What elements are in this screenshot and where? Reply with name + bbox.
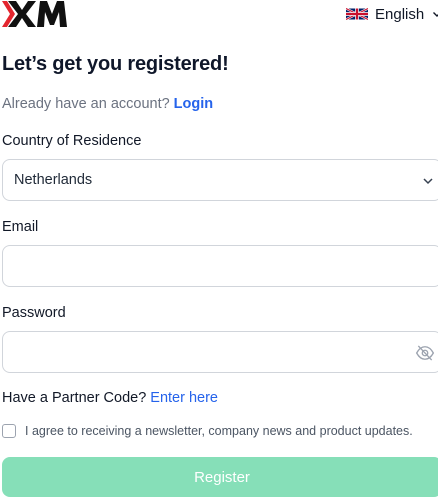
top-bar: XM English xyxy=(0,0,438,30)
newsletter-consent-label: I agree to receiving a newsletter, compa… xyxy=(25,424,413,438)
email-field[interactable] xyxy=(3,246,425,286)
partner-code-text: Have a Partner Code? xyxy=(2,390,147,406)
email-field-wrapper xyxy=(2,245,438,287)
password-field-wrapper xyxy=(2,331,438,373)
partner-code-link[interactable]: Enter here xyxy=(150,390,218,406)
language-selector[interactable]: English xyxy=(346,5,438,23)
login-prompt: Already have an account? Login xyxy=(2,96,213,112)
login-prompt-text: Already have an account? xyxy=(2,96,170,112)
newsletter-consent: I agree to receiving a newsletter, compa… xyxy=(2,424,413,438)
register-button[interactable]: Register xyxy=(2,457,438,497)
eye-off-icon[interactable] xyxy=(415,344,435,362)
country-select-value: Netherlands xyxy=(14,172,93,188)
page-title: Let’s get you registered! xyxy=(2,53,229,75)
partner-code-prompt: Have a Partner Code? Enter here xyxy=(2,390,218,406)
email-label: Email xyxy=(2,219,39,235)
chevron-down-icon xyxy=(423,178,433,185)
uk-flag-icon xyxy=(346,7,368,21)
xm-logo[interactable]: XM xyxy=(2,1,68,27)
login-link[interactable]: Login xyxy=(174,96,213,112)
password-label: Password xyxy=(2,305,66,321)
newsletter-checkbox[interactable] xyxy=(2,424,16,438)
language-label: English xyxy=(375,5,425,23)
password-field[interactable] xyxy=(3,332,425,372)
country-label: Country of Residence xyxy=(2,133,142,149)
country-select[interactable]: Netherlands xyxy=(2,159,438,201)
chevron-down-icon xyxy=(433,12,438,17)
